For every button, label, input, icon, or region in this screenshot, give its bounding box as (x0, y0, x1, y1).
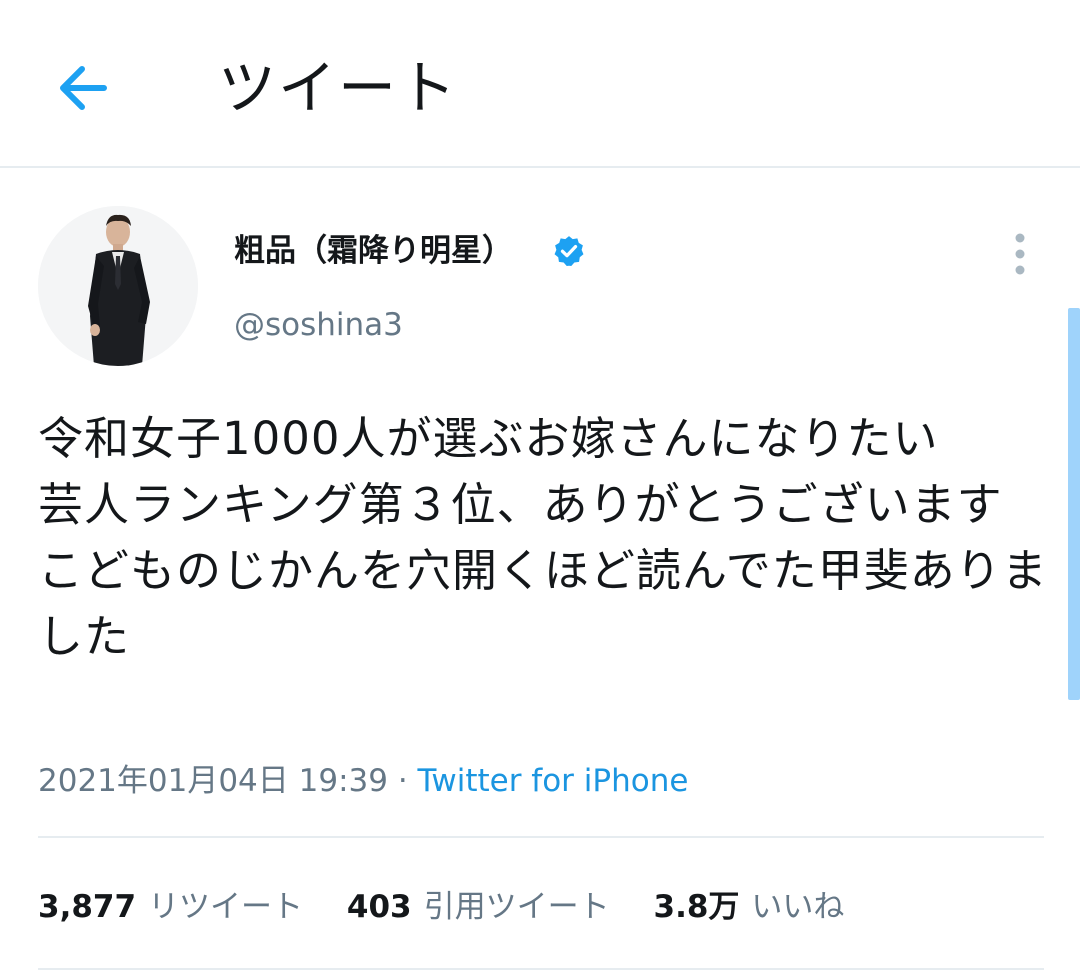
back-button[interactable] (52, 58, 116, 118)
quotes-stat[interactable]: 403 引用ツイート (347, 884, 610, 930)
arrow-left-icon (60, 66, 107, 110)
tweet-source-link[interactable]: Twitter for iPhone (418, 763, 689, 799)
page-title: ツイート (218, 54, 459, 122)
retweets-stat[interactable]: 3,877 リツイート (38, 884, 303, 930)
retweets-count: 3,877 (38, 889, 137, 925)
meta-separator: · (387, 763, 418, 799)
likes-label: いいね (751, 889, 845, 925)
profile-photo (38, 206, 198, 366)
tweet-text: 令和女子1000人が選ぶお嫁さんになりたい 芸人ランキング第３位、ありがとうござ… (38, 412, 1048, 663)
divider (38, 836, 1044, 838)
divider (38, 968, 1044, 970)
tweet-stats: 3,877 リツイート 403 引用ツイート 3.8万 いいね (38, 884, 878, 930)
verified-badge (552, 234, 586, 268)
tweet-timestamp[interactable]: 2021年01月04日 19:39 (38, 763, 388, 799)
verified-badge-icon (554, 236, 584, 267)
retweets-label: リツイート (148, 889, 304, 925)
app-header: ツイート (0, 0, 1080, 168)
avatar[interactable] (38, 206, 198, 366)
likes-stat[interactable]: 3.8万 いいね (654, 884, 845, 930)
author-display-name[interactable]: 粗品（霜降り明星） (234, 228, 513, 274)
tweet-meta: 2021年01月04日 19:39 · Twitter for iPhone (38, 758, 688, 804)
scrollbar[interactable] (1068, 308, 1080, 700)
author-handle[interactable]: @soshina3 (234, 302, 403, 348)
more-options-button[interactable] (1002, 230, 1038, 278)
quotes-label: 引用ツイート (423, 889, 610, 925)
likes-count: 3.8万 (653, 889, 740, 925)
quotes-count: 403 (346, 889, 412, 925)
more-vertical-icon (1015, 233, 1025, 275)
